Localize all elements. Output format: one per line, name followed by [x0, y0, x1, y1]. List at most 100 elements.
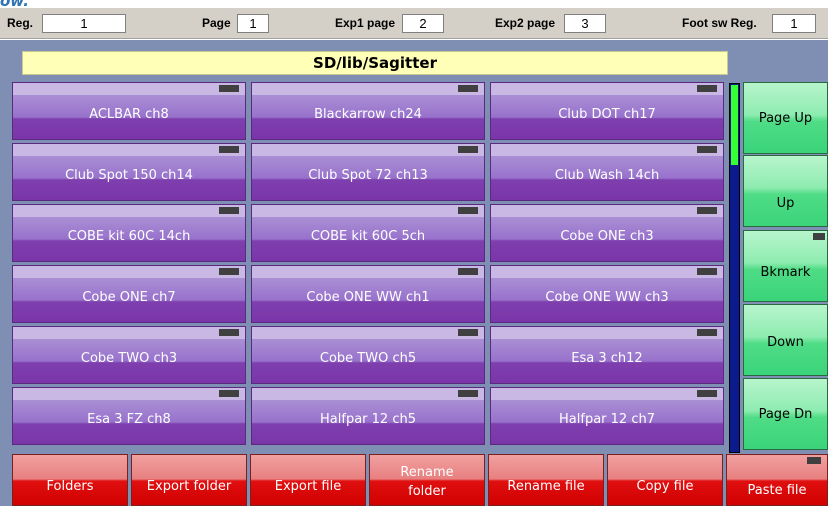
export-folder-button[interactable]: Export folder — [131, 454, 247, 506]
file-button-top-strip — [491, 266, 723, 278]
exp1-page-field[interactable]: 2 — [402, 14, 444, 33]
file-button-label: Cobe ONE ch3 — [560, 229, 654, 244]
file-status-indicator — [697, 207, 717, 214]
file-button[interactable]: Cobe TWO ch3 — [12, 326, 246, 384]
exp2-page-field[interactable]: 3 — [564, 14, 606, 33]
file-button-top-strip — [13, 205, 245, 217]
file-button-top-strip — [252, 266, 484, 278]
page-field[interactable]: 1 — [237, 14, 269, 33]
file-button-label: Club Spot 72 ch13 — [308, 168, 428, 183]
page-label: Page — [202, 16, 231, 30]
down-label: Down — [767, 335, 804, 350]
exp1-page-label: Exp1 page — [335, 16, 396, 30]
file-status-indicator — [458, 329, 478, 336]
file-status-indicator — [697, 390, 717, 397]
file-button-label: COBE kit 60C 5ch — [310, 229, 426, 244]
file-button[interactable]: Cobe ONE WW ch1 — [251, 265, 485, 323]
file-button-top-strip — [252, 327, 484, 339]
file-button[interactable]: Club Spot 72 ch13 — [251, 143, 485, 201]
page-down-label: Page Dn — [758, 407, 813, 422]
file-status-indicator — [458, 390, 478, 397]
up-button[interactable]: Up — [743, 155, 828, 227]
file-button-label: ACLBAR ch8 — [89, 107, 169, 122]
paste-file-button[interactable]: Paste file — [726, 454, 828, 506]
page-up-button[interactable]: Page Up — [743, 82, 828, 154]
page-down-button[interactable]: Page Dn — [743, 378, 828, 450]
file-button[interactable]: Club Wash 14ch — [490, 143, 724, 201]
copy-file-label: Copy file — [636, 479, 694, 494]
file-button[interactable]: ACLBAR ch8 — [12, 82, 246, 140]
file-button[interactable]: Cobe ONE ch3 — [490, 204, 724, 262]
export-folder-label: Export folder — [146, 479, 232, 494]
file-button-top-strip — [491, 327, 723, 339]
reg-field[interactable]: 1 — [42, 14, 126, 33]
exp2-page-label: Exp2 page — [495, 16, 556, 30]
file-status-indicator — [458, 268, 478, 275]
page-up-label: Page Up — [758, 111, 813, 126]
file-button-label: Blackarrow ch24 — [314, 107, 422, 122]
top-toolbar: Reg. 1 Page 1 Exp1 page 2 Exp2 page 3 Fo… — [0, 8, 828, 39]
file-button[interactable]: Club DOT ch17 — [490, 82, 724, 140]
file-button-top-strip — [491, 83, 723, 95]
file-button[interactable]: Cobe TWO ch5 — [251, 326, 485, 384]
file-status-indicator — [697, 146, 717, 153]
file-button-label: Cobe TWO ch5 — [319, 351, 417, 366]
file-button[interactable]: Halfpar 12 ch7 — [490, 387, 724, 445]
file-button[interactable]: Esa 3 ch12 — [490, 326, 724, 384]
file-button-top-strip — [252, 144, 484, 156]
file-button[interactable]: Cobe ONE ch7 — [12, 265, 246, 323]
file-button[interactable]: Halfpar 12 ch5 — [251, 387, 485, 445]
current-path: SD/lib/Sagitter — [22, 51, 728, 75]
folders-button[interactable]: Folders — [12, 454, 128, 506]
file-status-indicator — [219, 146, 239, 153]
file-status-indicator — [219, 207, 239, 214]
file-status-indicator — [219, 329, 239, 336]
file-button[interactable]: COBE kit 60C 14ch — [12, 204, 246, 262]
file-button-label: Cobe TWO ch3 — [80, 351, 178, 366]
rename-folder-label-line2: folder — [408, 484, 446, 499]
folders-label: Folders — [46, 479, 94, 494]
file-button-top-strip — [252, 205, 484, 217]
file-button[interactable]: Blackarrow ch24 — [251, 82, 485, 140]
file-button-top-strip — [13, 83, 245, 95]
scrollbar-thumb[interactable] — [731, 85, 738, 165]
paste-file-indicator — [807, 457, 821, 464]
file-status-indicator — [697, 85, 717, 92]
file-status-indicator — [219, 268, 239, 275]
file-button[interactable]: Cobe ONE WW ch3 — [490, 265, 724, 323]
file-button-top-strip — [491, 144, 723, 156]
down-button[interactable]: Down — [743, 304, 828, 376]
file-status-indicator — [697, 329, 717, 336]
file-status-indicator — [458, 85, 478, 92]
export-file-button[interactable]: Export file — [250, 454, 366, 506]
file-status-indicator — [219, 85, 239, 92]
file-status-indicator — [458, 146, 478, 153]
file-button[interactable]: COBE kit 60C 5ch — [251, 204, 485, 262]
file-button-top-strip — [491, 205, 723, 217]
scrollbar[interactable] — [729, 83, 740, 453]
file-button-label: Cobe ONE ch7 — [82, 290, 176, 305]
foot-sw-reg-field[interactable]: 1 — [772, 14, 816, 33]
file-button[interactable]: Esa 3 FZ ch8 — [12, 387, 246, 445]
file-browser-panel: SD/lib/Sagitter ACLBAR ch8 Blackarrow ch2… — [0, 40, 828, 506]
rename-folder-button[interactable]: Rename folder — [369, 454, 485, 506]
rename-file-button[interactable]: Rename file — [488, 454, 604, 506]
export-file-label: Export file — [274, 479, 342, 494]
foot-sw-reg-label: Foot sw Reg. — [682, 16, 757, 30]
caption-text: ow. — [0, 0, 29, 10]
file-button-top-strip — [252, 388, 484, 400]
paste-file-label: Paste file — [747, 483, 807, 498]
file-button[interactable]: Club Spot 150 ch14 — [12, 143, 246, 201]
copy-file-button[interactable]: Copy file — [607, 454, 723, 506]
file-button-top-strip — [13, 266, 245, 278]
reg-label: Reg. — [7, 16, 34, 30]
bookmark-indicator — [813, 233, 825, 240]
file-button-label: Halfpar 12 ch7 — [559, 412, 655, 427]
file-button-label: Cobe ONE WW ch3 — [545, 290, 669, 305]
bookmark-button[interactable]: Bkmark — [743, 230, 828, 302]
file-button-top-strip — [252, 83, 484, 95]
bookmark-label: Bkmark — [760, 265, 811, 280]
rename-folder-label-line1: Rename — [400, 465, 454, 480]
file-button-top-strip — [13, 144, 245, 156]
file-button-label: Club Wash 14ch — [554, 168, 660, 183]
